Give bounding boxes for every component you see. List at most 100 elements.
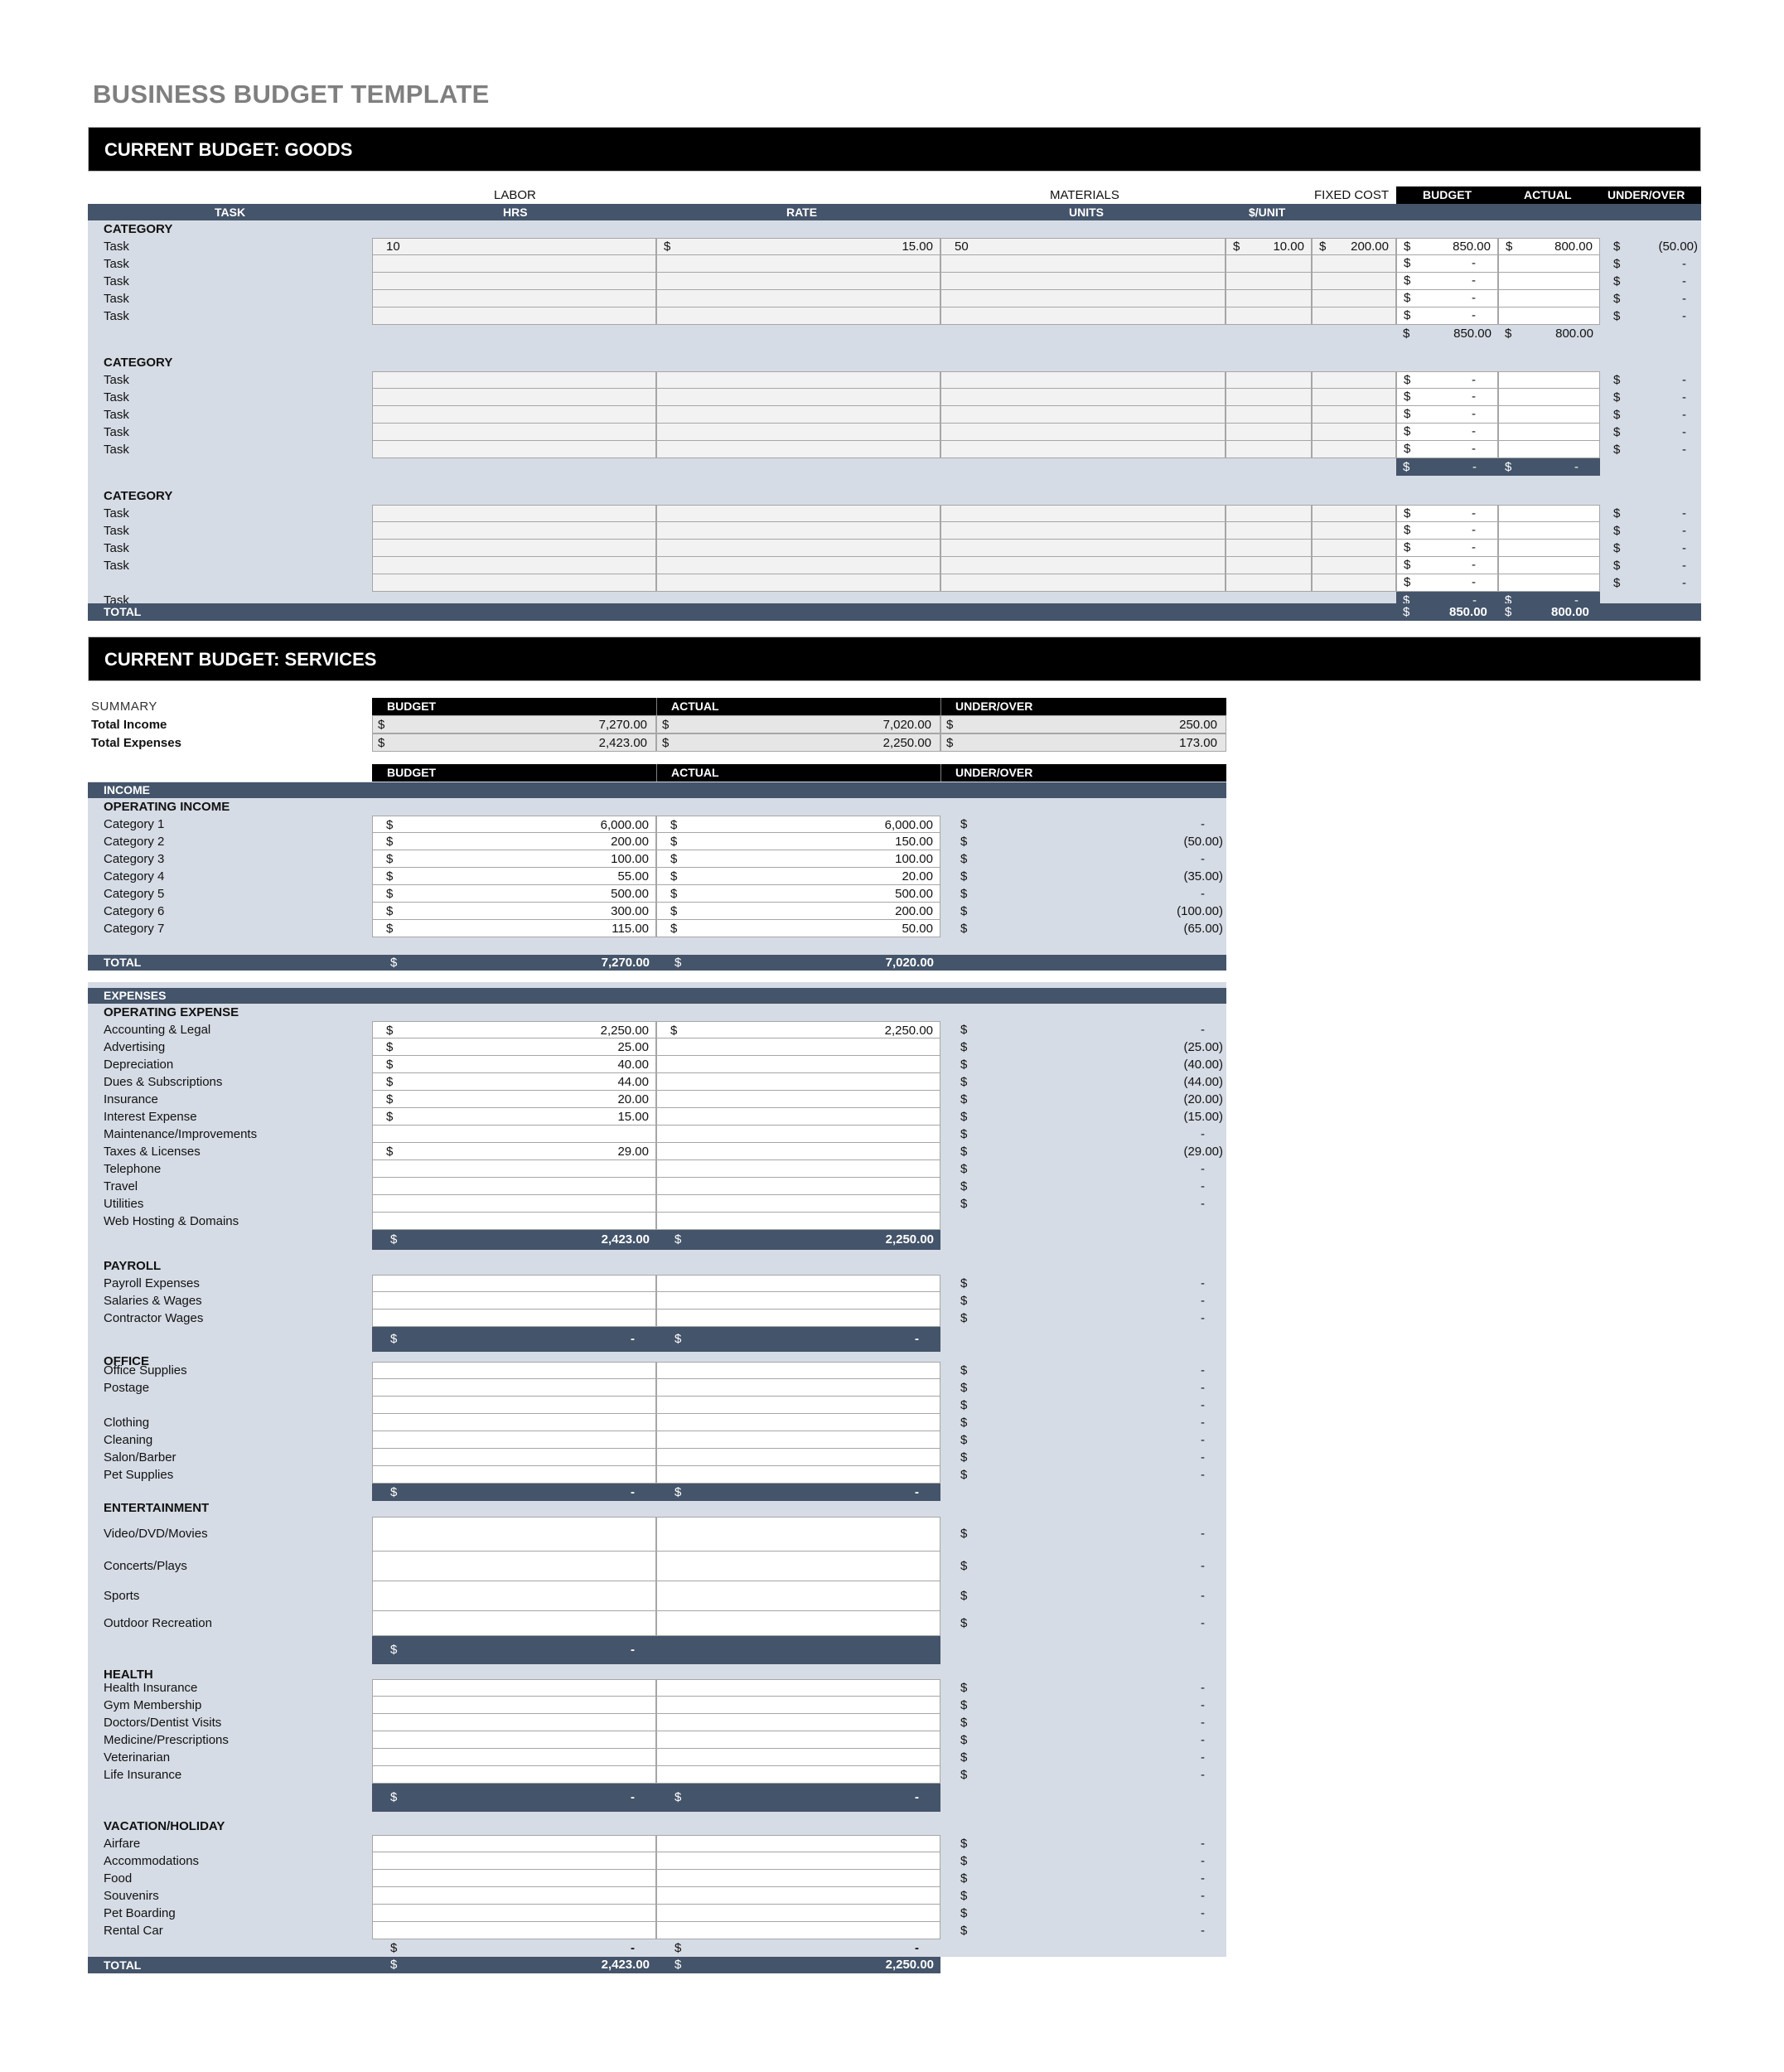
actual-input[interactable]	[1498, 389, 1600, 406]
budget-input[interactable]	[372, 1449, 656, 1466]
rate-input[interactable]	[656, 424, 940, 441]
hrs-input[interactable]	[372, 522, 656, 540]
fixed-cost-input[interactable]	[1312, 441, 1396, 458]
per-unit-input[interactable]	[1226, 273, 1312, 290]
actual-input[interactable]	[656, 1552, 940, 1581]
budget-input[interactable]	[372, 1697, 656, 1714]
per-unit-input[interactable]	[1226, 255, 1312, 273]
rate-input[interactable]: $15.00	[656, 238, 940, 255]
fixed-cost-input[interactable]	[1312, 540, 1396, 557]
rate-input[interactable]	[656, 273, 940, 290]
hrs-input[interactable]	[372, 540, 656, 557]
per-unit-input[interactable]	[1226, 505, 1312, 522]
per-unit-input[interactable]	[1226, 441, 1312, 458]
budget-input[interactable]	[372, 1905, 656, 1922]
hrs-input[interactable]	[372, 441, 656, 458]
actual-input[interactable]	[1498, 441, 1600, 458]
budget-input[interactable]	[372, 1714, 656, 1731]
actual-input[interactable]: $6,000.00	[656, 816, 940, 833]
fixed-cost-input[interactable]	[1312, 406, 1396, 424]
hrs-input[interactable]	[372, 290, 656, 307]
actual-input[interactable]	[1498, 557, 1600, 574]
budget-input[interactable]	[372, 1766, 656, 1784]
fixed-cost-input[interactable]	[1312, 505, 1396, 522]
actual-input[interactable]	[1498, 255, 1600, 273]
fixed-cost-input[interactable]	[1312, 371, 1396, 389]
hrs-input[interactable]	[372, 307, 656, 325]
hrs-input[interactable]	[372, 574, 656, 592]
per-unit-input[interactable]	[1226, 522, 1312, 540]
budget-input[interactable]	[372, 1160, 656, 1178]
budget-input[interactable]: $115.00	[372, 920, 656, 937]
budget-input[interactable]: $44.00	[372, 1073, 656, 1091]
units-input[interactable]: 50	[940, 238, 1226, 255]
budget-input[interactable]	[372, 1466, 656, 1484]
actual-input[interactable]	[656, 1126, 940, 1143]
actual-input[interactable]	[1498, 273, 1600, 290]
rate-input[interactable]	[656, 540, 940, 557]
per-unit-input[interactable]	[1226, 307, 1312, 325]
actual-input[interactable]	[656, 1517, 940, 1552]
hrs-input[interactable]	[372, 273, 656, 290]
budget-input[interactable]	[372, 1362, 656, 1379]
actual-input[interactable]	[656, 1905, 940, 1922]
budget-input[interactable]	[372, 1195, 656, 1213]
budget-input[interactable]: $40.00	[372, 1056, 656, 1073]
fixed-cost-input[interactable]	[1312, 574, 1396, 592]
actual-input[interactable]: $150.00	[656, 833, 940, 850]
rate-input[interactable]	[656, 441, 940, 458]
fixed-cost-input[interactable]	[1312, 255, 1396, 273]
actual-input[interactable]	[656, 1581, 940, 1611]
hrs-input[interactable]	[372, 557, 656, 574]
actual-input[interactable]: $500.00	[656, 885, 940, 903]
units-input[interactable]	[940, 290, 1226, 307]
units-input[interactable]	[940, 273, 1226, 290]
budget-input[interactable]	[372, 1611, 656, 1636]
units-input[interactable]	[940, 540, 1226, 557]
units-input[interactable]	[940, 522, 1226, 540]
budget-input[interactable]	[372, 1292, 656, 1310]
budget-input[interactable]	[372, 1731, 656, 1749]
per-unit-input[interactable]	[1226, 406, 1312, 424]
fixed-cost-input[interactable]	[1312, 273, 1396, 290]
actual-input[interactable]	[1498, 540, 1600, 557]
actual-input[interactable]	[1498, 505, 1600, 522]
actual-input[interactable]	[1498, 406, 1600, 424]
actual-input[interactable]	[1498, 371, 1600, 389]
per-unit-input[interactable]	[1226, 574, 1312, 592]
per-unit-input[interactable]	[1226, 389, 1312, 406]
budget-input[interactable]: $500.00	[372, 885, 656, 903]
actual-input[interactable]	[1498, 424, 1600, 441]
hrs-input[interactable]: 10	[372, 238, 656, 255]
actual-input[interactable]	[656, 1749, 940, 1766]
budget-input[interactable]	[372, 1581, 656, 1611]
units-input[interactable]	[940, 557, 1226, 574]
budget-input[interactable]	[372, 1213, 656, 1230]
budget-input[interactable]: $200.00	[372, 833, 656, 850]
per-unit-input[interactable]	[1226, 424, 1312, 441]
actual-input[interactable]	[656, 1195, 940, 1213]
actual-input[interactable]: $100.00	[656, 850, 940, 868]
rate-input[interactable]	[656, 389, 940, 406]
fixed-cost-input[interactable]	[1312, 557, 1396, 574]
budget-input[interactable]	[372, 1887, 656, 1905]
actual-input[interactable]	[656, 1213, 940, 1230]
per-unit-input[interactable]	[1226, 557, 1312, 574]
actual-input[interactable]	[656, 1292, 940, 1310]
budget-input[interactable]	[372, 1835, 656, 1852]
budget-input[interactable]	[372, 1414, 656, 1431]
per-unit-input[interactable]: $10.00	[1226, 238, 1312, 255]
budget-input[interactable]	[372, 1749, 656, 1766]
actual-input[interactable]	[656, 1697, 940, 1714]
fixed-cost-input[interactable]	[1312, 522, 1396, 540]
hrs-input[interactable]	[372, 424, 656, 441]
rate-input[interactable]	[656, 307, 940, 325]
actual-input[interactable]	[656, 1362, 940, 1379]
actual-input[interactable]	[656, 1379, 940, 1397]
budget-input[interactable]: $6,000.00	[372, 816, 656, 833]
actual-input[interactable]	[656, 1178, 940, 1195]
actual-input[interactable]: $50.00	[656, 920, 940, 937]
budget-input[interactable]: $25.00	[372, 1038, 656, 1056]
actual-input[interactable]	[656, 1611, 940, 1636]
rate-input[interactable]	[656, 522, 940, 540]
